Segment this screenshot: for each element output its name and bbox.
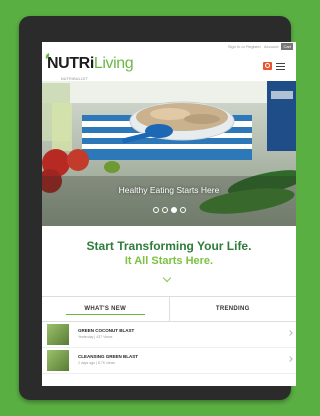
article-list: GREEN COCONUT BLAST Yesterday | 437 View… xyxy=(42,322,296,374)
hero-caption: Healthy Eating Starts Here xyxy=(118,185,220,195)
carousel-dot[interactable] xyxy=(179,207,186,213)
hero-carousel[interactable]: Healthy Eating Starts Here xyxy=(42,81,296,226)
account-link[interactable]: Account xyxy=(264,44,278,49)
search-icon[interactable] xyxy=(263,62,272,70)
carousel-dot-active[interactable] xyxy=(170,207,177,213)
article-thumbnail xyxy=(47,324,69,345)
carousel-dots xyxy=(42,207,296,213)
article-title: GREEN COCONUT BLAST xyxy=(78,328,135,333)
article-meta: 2 days ago | 8.7K views xyxy=(78,361,115,365)
hamburger-menu-icon[interactable] xyxy=(276,63,285,70)
tagline: Start Transforming Your Life. It All Sta… xyxy=(42,239,296,269)
carousel-dot[interactable] xyxy=(152,207,159,213)
nutriliving-logo[interactable]: NUTRiLiving NUTRIBULLET xyxy=(44,53,134,81)
tablet-screen: Sign In or Register Account Cart NUTRiLi… xyxy=(42,42,296,386)
tab-trending[interactable]: TRENDING xyxy=(168,297,297,321)
list-fade xyxy=(42,378,296,386)
content-tabs: WHAT'S NEW TRENDING xyxy=(42,296,296,322)
tab-whats-new[interactable]: WHAT'S NEW xyxy=(42,297,169,321)
carousel-dot[interactable] xyxy=(161,207,168,213)
article-thumbnail xyxy=(47,350,69,371)
list-item[interactable]: CLEANSING GREEN BLAST 2 days ago | 8.7K … xyxy=(42,348,296,374)
top-utility-bar: Sign In or Register Account Cart xyxy=(42,42,296,51)
chevron-right-icon xyxy=(287,356,293,362)
tagline-line-1: Start Transforming Your Life. xyxy=(86,239,252,253)
cart-button[interactable]: Cart xyxy=(281,43,293,50)
article-title: CLEANSING GREEN BLAST xyxy=(78,354,139,359)
logo-text-living: Living xyxy=(93,55,134,72)
signin-link[interactable]: Sign In or Register xyxy=(228,44,261,49)
chevron-down-icon[interactable] xyxy=(162,273,172,283)
article-meta: Yesterday | 437 Views xyxy=(78,335,113,339)
chevron-right-icon xyxy=(287,330,293,336)
site-header: NUTRiLiving NUTRIBULLET xyxy=(42,51,296,81)
tagline-line-2: It All Starts Here. xyxy=(124,255,214,267)
list-item[interactable]: GREEN COCONUT BLAST Yesterday | 437 View… xyxy=(42,322,296,348)
hero-image xyxy=(42,81,296,226)
